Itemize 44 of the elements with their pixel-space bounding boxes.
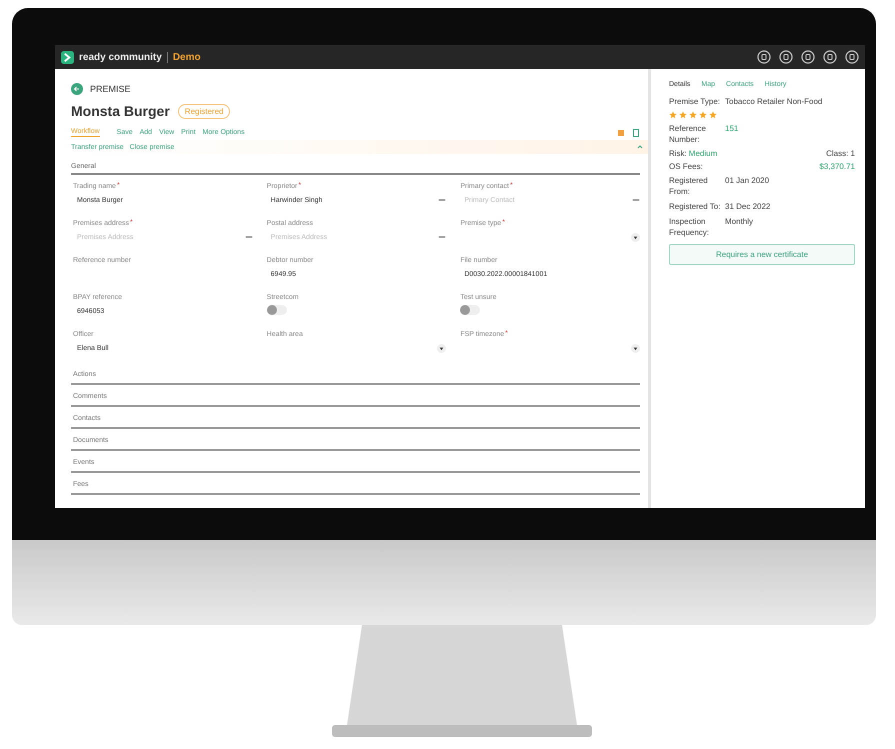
star-icon	[699, 111, 707, 119]
toolbar-circle-icon[interactable]	[845, 50, 859, 64]
detail-value: 01 Jan 2020	[725, 175, 770, 187]
dropdown-icon[interactable]	[437, 344, 446, 352]
detail-label: Registered To:	[669, 201, 722, 212]
more-icon[interactable]	[632, 198, 640, 202]
section-title: PREMISE	[90, 84, 131, 94]
dropdown-icon[interactable]	[631, 232, 640, 242]
detail-value: 151	[725, 123, 740, 135]
more-icon[interactable]	[438, 235, 446, 239]
premise-title: Monsta Burger	[71, 103, 170, 119]
detail-value: Tobacco Retailer Non-Food	[725, 96, 824, 107]
toolbar-circle-icon[interactable]	[757, 50, 771, 64]
more-icon[interactable]	[438, 198, 446, 202]
toggle-switch[interactable]	[460, 305, 480, 315]
star-icon	[679, 111, 687, 119]
detail-label: Inspection Frequency:	[669, 216, 710, 238]
app-name: ready community	[79, 52, 168, 62]
toggle-switch[interactable]	[266, 305, 287, 315]
logo-icon	[61, 50, 74, 64]
class-value: Class: 1	[826, 149, 855, 158]
risk-value: Medium	[688, 149, 718, 158]
back-icon[interactable]	[71, 83, 83, 95]
detail-value: 31 Dec 2022	[725, 201, 772, 212]
status-badge: Registered	[178, 104, 230, 118]
more-icon[interactable]	[244, 235, 253, 239]
detail-label: Premise Type:	[669, 96, 721, 107]
toolbar-circle-icon[interactable]	[779, 50, 793, 64]
certificate-button[interactable]: Requires a new certificate	[669, 244, 855, 265]
toolbar-circle-icon[interactable]	[801, 50, 815, 64]
collapse-icon[interactable]	[636, 143, 644, 151]
risk-label: Risk:	[669, 149, 687, 158]
detail-label: Reference Number:	[669, 123, 707, 145]
detail-value: Monthly	[725, 216, 754, 228]
star-icon	[709, 111, 717, 119]
dropdown-icon[interactable]	[631, 344, 640, 352]
detail-label: Registered From:	[669, 175, 709, 197]
document-icon[interactable]	[632, 128, 640, 136]
star-icon	[689, 111, 697, 119]
fees-value: $3,370.71	[819, 162, 855, 171]
star-icon	[669, 111, 677, 119]
fees-label: OS Fees:	[669, 162, 703, 171]
toolbar-circle-icon[interactable]	[823, 50, 837, 64]
environment-label: Demo	[172, 52, 201, 62]
